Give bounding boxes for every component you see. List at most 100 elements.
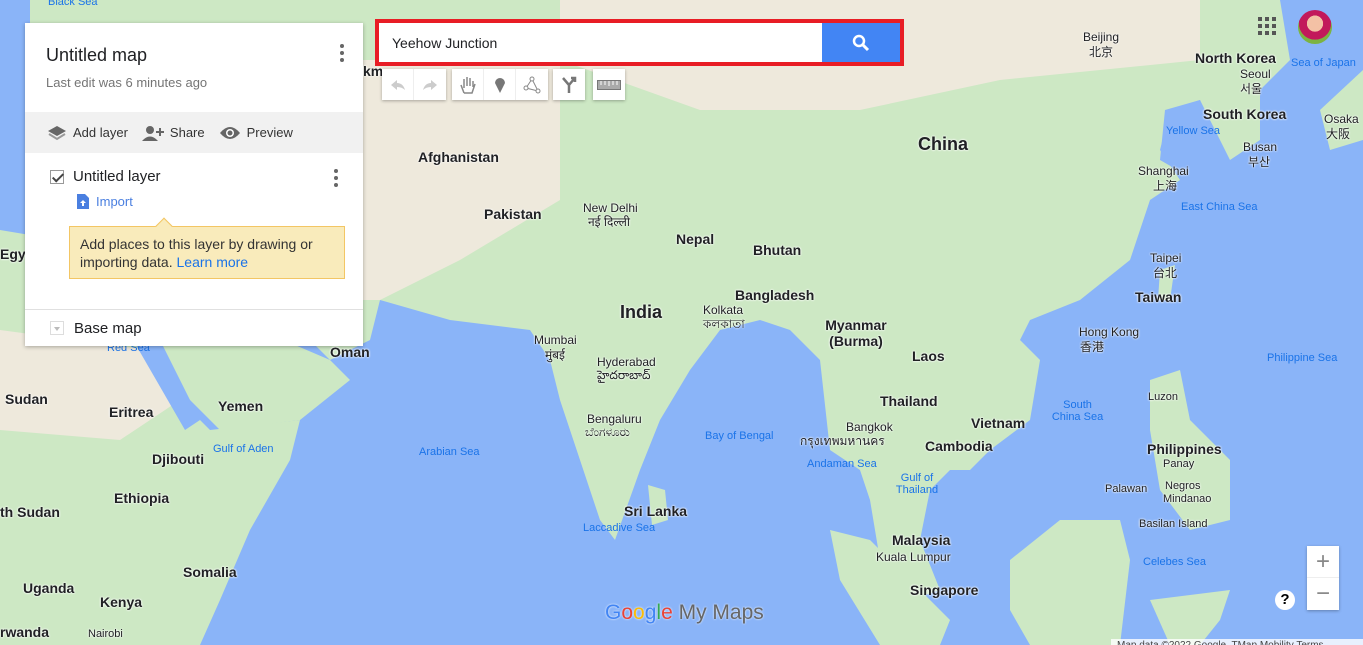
layer-name[interactable]: Untitled layer: [73, 168, 161, 185]
label-city: Seoul: [1240, 67, 1271, 81]
label-sea: Celebes Sea: [1143, 556, 1206, 568]
draw-line-button[interactable]: [516, 69, 548, 100]
share-button[interactable]: Share: [141, 125, 205, 141]
label-city: Hong Kong: [1079, 325, 1140, 339]
label-sea: Black Sea: [48, 0, 98, 8]
label-sea: East China Sea: [1181, 201, 1258, 213]
apps-grid-icon[interactable]: [1258, 17, 1276, 35]
layer-visibility-checkbox[interactable]: [50, 169, 64, 184]
label-city: Nairobi: [88, 628, 123, 640]
add-marker-button[interactable]: [484, 69, 516, 100]
search-box: [375, 19, 904, 66]
label-country: Ethiopia: [114, 490, 170, 506]
search-icon: [852, 34, 870, 51]
share-label: Share: [169, 125, 205, 140]
label-city: Kuala Lumpur: [876, 550, 951, 564]
label-country: Bhutan: [753, 242, 802, 258]
label-sea: Gulf of Aden: [213, 443, 274, 455]
map-legend-panel: Untitled map Last edit was 6 minutes ago…: [25, 23, 363, 346]
zoom-out-button[interactable]: −: [1307, 578, 1339, 610]
label-india: India: [620, 302, 663, 322]
preview-button[interactable]: Preview: [219, 125, 293, 141]
label-country: South Korea: [1203, 106, 1287, 122]
label-city: กรุงเทพมหานคร: [800, 434, 885, 448]
expand-arrow-icon[interactable]: [50, 321, 64, 335]
label-country: Bangladesh: [735, 287, 815, 303]
label-city: 香港: [1080, 340, 1105, 354]
layers-icon: [48, 125, 66, 140]
learn-more-link[interactable]: Learn more: [177, 254, 249, 270]
label-city: హైదరాబాద్: [597, 368, 651, 382]
label-city: नई दिल्ली: [588, 215, 631, 229]
label-city: Negros: [1165, 480, 1201, 492]
label-sea: Andaman Sea: [807, 458, 877, 470]
label-country: Malaysia: [892, 532, 951, 548]
label-city: Busan: [1243, 140, 1278, 154]
map-attribution: Map data ©2022 Google, TMap Mobility Ter…: [1111, 639, 1363, 645]
label-country: Taiwan: [1135, 289, 1182, 305]
hand-icon: [459, 76, 476, 94]
measure-button[interactable]: [593, 69, 625, 100]
directions-icon: [562, 76, 577, 93]
label-country: Cambodia: [925, 438, 993, 454]
label-sea: Sea of Japan: [1291, 57, 1356, 69]
zoom-in-button[interactable]: +: [1307, 546, 1339, 578]
redo-icon: [423, 79, 437, 90]
label-country: Philippines: [1147, 441, 1222, 457]
add-directions-button[interactable]: [553, 69, 585, 100]
panel-actions: Add layer Share Preview: [25, 112, 363, 153]
label-city: Hyderabad: [597, 355, 656, 369]
drawing-toolbar: [452, 69, 548, 100]
import-link[interactable]: Import: [77, 194, 133, 209]
label-country: Egy: [0, 246, 26, 262]
label-city: Basilan Island: [1139, 518, 1208, 530]
label-city: Beijing: [1083, 30, 1120, 44]
label-country: Uganda: [23, 580, 75, 596]
label-country: Vietnam: [971, 415, 1026, 431]
label-china: China: [918, 134, 969, 154]
account-avatar[interactable]: [1298, 10, 1332, 44]
help-button[interactable]: ?: [1275, 590, 1295, 610]
ruler-icon: [597, 79, 621, 90]
base-map-row[interactable]: Base map: [25, 309, 363, 346]
label-country: Yemen: [218, 398, 264, 414]
label-city: मुंबई: [545, 348, 565, 362]
marker-icon: [494, 77, 505, 93]
search-button[interactable]: [822, 23, 900, 62]
label-country: Pakistan: [484, 206, 542, 222]
label-city: Taipei: [1150, 251, 1182, 265]
label-city: 서울: [1240, 82, 1263, 96]
search-input[interactable]: [379, 23, 822, 62]
add-layer-button[interactable]: Add layer: [47, 125, 128, 141]
label-country: Sri Lanka: [624, 503, 688, 519]
layer-row: Untitled layer: [50, 168, 161, 185]
map-options-menu-icon[interactable]: [340, 44, 344, 62]
label-country: Nepal: [676, 231, 715, 247]
layer-options-menu-icon[interactable]: [334, 169, 338, 187]
label-city: Mindanao: [1163, 493, 1212, 505]
label-sea: Arabian Sea: [419, 446, 480, 458]
label-sea: Yellow Sea: [1166, 125, 1221, 137]
label-sea: Bay of Bengal: [705, 430, 774, 442]
layer-hint-tooltip: Add places to this layer by drawing or i…: [69, 226, 345, 279]
label-city: 上海: [1153, 179, 1178, 193]
label-city: 부산: [1248, 155, 1271, 169]
directions-toolbar: [553, 69, 585, 100]
select-pan-button[interactable]: [452, 69, 484, 100]
label-city: Bengaluru: [587, 412, 642, 426]
import-label: Import: [96, 194, 133, 209]
undo-button[interactable]: [382, 69, 414, 100]
map-title[interactable]: Untitled map: [46, 45, 147, 66]
label-city: Kolkata: [703, 303, 744, 317]
label-city: Palawan: [1105, 483, 1148, 495]
label-city: ಬೆಂಗಳೂರು: [585, 425, 630, 439]
redo-button[interactable]: [414, 69, 446, 100]
label-country: rwanda: [0, 624, 50, 640]
zoom-controls: + −: [1307, 546, 1339, 610]
land-sulawesi: [1150, 590, 1230, 645]
label-city: Luzon: [1148, 391, 1178, 403]
undo-icon: [390, 79, 405, 90]
label-sea: South China Sea: [1051, 399, 1104, 423]
line-icon: [523, 76, 541, 93]
preview-label: Preview: [246, 125, 293, 140]
